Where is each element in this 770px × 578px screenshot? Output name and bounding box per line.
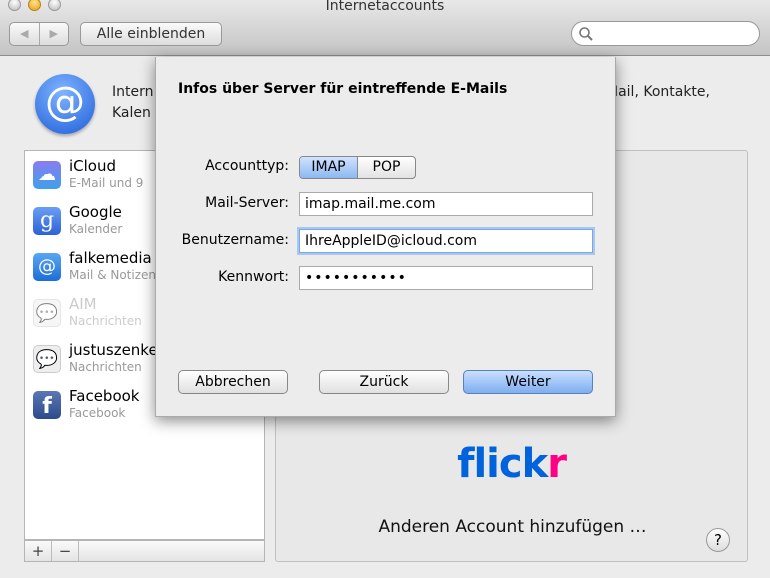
- account-type-label: Accounttyp:: [205, 158, 289, 174]
- list-item-falkemedia[interactable]: @ falkemedia Mail & Notizen: [33, 249, 156, 293]
- incoming-server-dialog: Infos über Server für eintreffende E-Mai…: [155, 57, 616, 417]
- at-icon: @: [33, 253, 61, 281]
- account-type-selector: IMAP POP: [299, 156, 416, 179]
- list-item-facebook[interactable]: f Facebook Facebook: [33, 387, 139, 431]
- username-label: Benutzername:: [181, 232, 289, 248]
- account-name: Google: [69, 203, 122, 221]
- chat-icon: 💬: [33, 345, 61, 373]
- next-button[interactable]: Weiter: [463, 370, 593, 394]
- forward-button[interactable]: ▶: [40, 23, 69, 45]
- window-title: Internetaccounts: [325, 0, 445, 14]
- account-name: falkemedia: [69, 249, 152, 267]
- flickr-logo-part1: flick: [457, 441, 548, 487]
- account-services: Kalender: [69, 222, 123, 236]
- description-line1-right: Mail, Kontakte,: [606, 84, 710, 100]
- mail-server-label: Mail-Server:: [205, 195, 289, 211]
- account-services: Nachrichten: [69, 314, 142, 328]
- show-all-button[interactable]: Alle einblenden: [80, 22, 222, 46]
- password-field[interactable]: •••••••••••: [299, 266, 593, 290]
- imap-option[interactable]: IMAP: [300, 157, 358, 178]
- remove-account-button[interactable]: −: [52, 541, 79, 561]
- account-name: justuszenke: [69, 341, 158, 359]
- pop-option[interactable]: POP: [358, 157, 415, 178]
- mail-server-field[interactable]: imap.mail.me.com: [299, 192, 593, 216]
- account-services: Nachrichten: [69, 360, 142, 374]
- list-toolbar: + −: [24, 540, 265, 562]
- search-icon: [579, 27, 593, 41]
- account-services: Facebook: [69, 406, 126, 420]
- list-item-aim[interactable]: 💬 AIM Nachrichten: [33, 295, 142, 339]
- account-name: iCloud: [69, 157, 117, 175]
- list-item-google[interactable]: g Google Kalender: [33, 203, 122, 247]
- title-bar: Internetaccounts ◀ ▶ Alle einblenden: [0, 0, 770, 56]
- facebook-icon: f: [33, 391, 61, 419]
- list-item-icloud[interactable]: ☁ iCloud E-Mail und 9: [33, 157, 143, 201]
- google-icon: g: [33, 207, 61, 235]
- list-item-justuszenke[interactable]: 💬 justuszenke Nachrichten: [33, 341, 158, 385]
- help-button[interactable]: ?: [706, 528, 730, 552]
- add-other-account[interactable]: Anderen Account hinzufügen …: [276, 517, 749, 537]
- chat-icon: 💬: [33, 299, 61, 327]
- username-field[interactable]: IhreAppleID@icloud.com: [299, 229, 593, 253]
- back-button[interactable]: ◀: [10, 23, 40, 45]
- back-button[interactable]: Zurück: [319, 370, 449, 394]
- add-account-button[interactable]: +: [25, 541, 52, 561]
- account-services: E-Mail und 9: [69, 176, 144, 190]
- flickr-logo-part2: r: [547, 441, 567, 487]
- provider-flickr[interactable]: flickr: [276, 441, 747, 487]
- dialog-title: Infos über Server für eintreffende E-Mai…: [178, 81, 508, 97]
- account-name: AIM: [69, 295, 97, 313]
- search-input[interactable]: [571, 21, 760, 46]
- nav-buttons: ◀ ▶: [9, 22, 69, 46]
- password-label: Kennwort:: [218, 269, 289, 285]
- cloud-icon: ☁: [33, 161, 61, 189]
- account-name: Facebook: [69, 387, 140, 405]
- internet-accounts-icon: @: [35, 74, 95, 134]
- cancel-button[interactable]: Abbrechen: [178, 370, 288, 394]
- account-services: Mail & Notizen: [69, 268, 157, 282]
